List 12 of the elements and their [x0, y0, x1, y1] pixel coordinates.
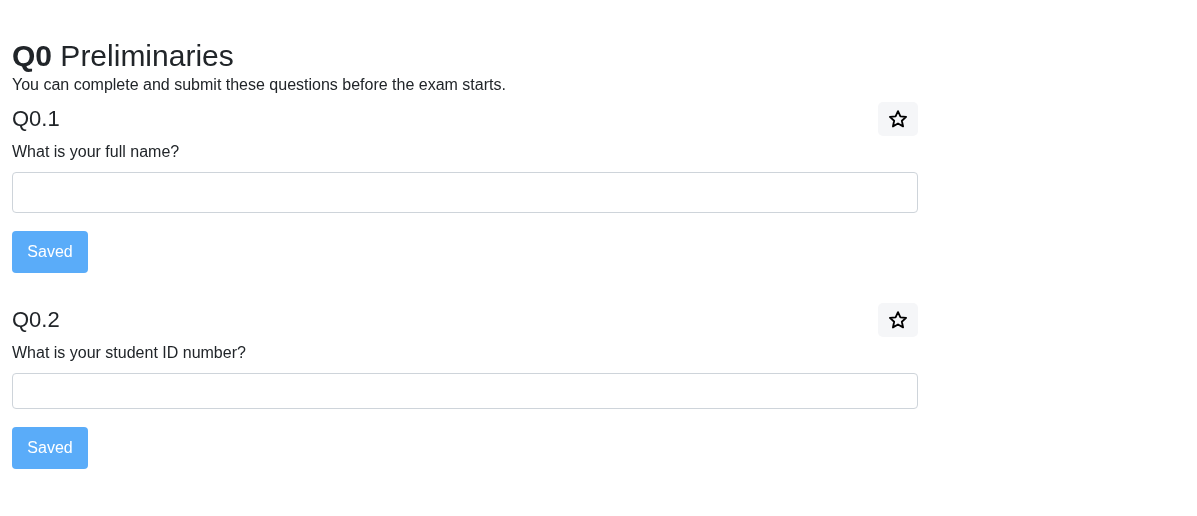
section-title: Q0 Preliminaries	[12, 38, 235, 74]
star-icon	[888, 310, 908, 330]
question-prompt: What is your student ID number?	[12, 343, 247, 363]
question-number: Q0.2	[12, 307, 60, 333]
star-button[interactable]	[878, 303, 918, 337]
answer-field[interactable]	[12, 172, 918, 213]
section-intro: You can complete and submit these questions before the exam starts.	[12, 75, 507, 95]
star-icon	[888, 109, 908, 129]
question-prompt: What is your full name?	[12, 142, 181, 162]
answer-field[interactable]	[12, 373, 918, 409]
question-number: Q0.1	[12, 106, 60, 132]
star-button[interactable]	[878, 102, 918, 136]
